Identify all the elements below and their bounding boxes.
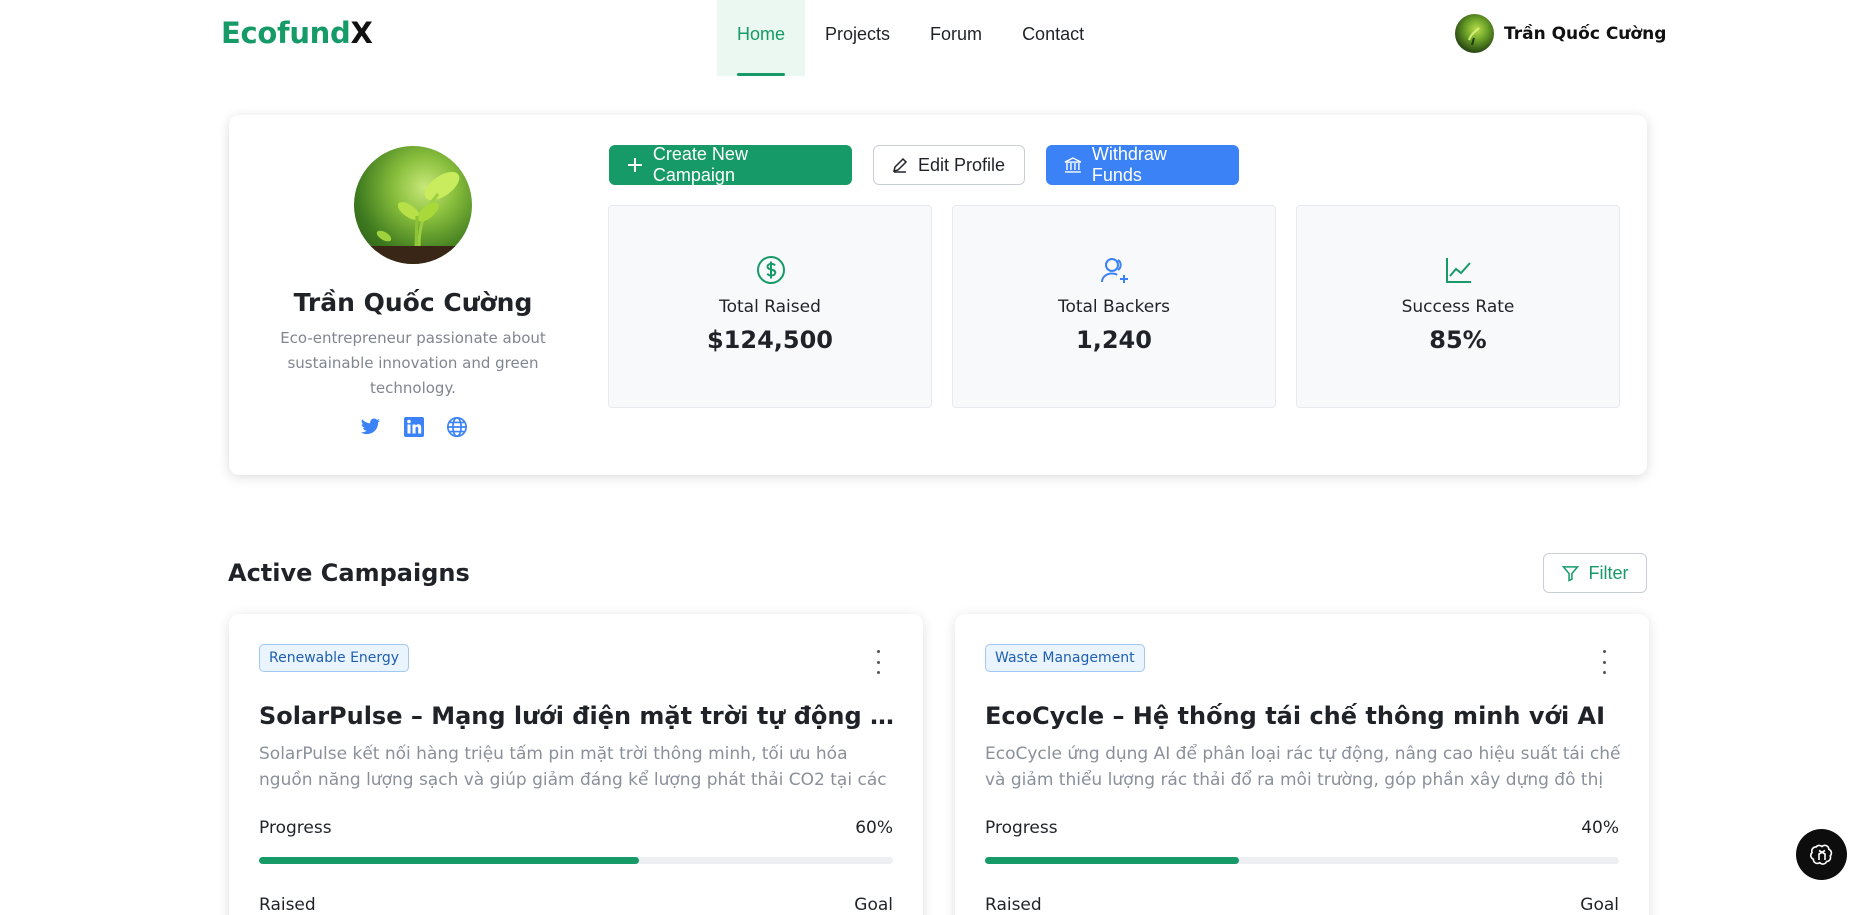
category-badge: Waste Management (985, 644, 1145, 672)
category-badge: Renewable Energy (259, 644, 410, 672)
campaign-card[interactable]: Renewable Energy SolarPulse – Mạng lưới … (229, 614, 923, 915)
progress-fill (985, 857, 1239, 864)
campaign-card[interactable]: Waste Management EcoCycle – Hệ thống tái… (955, 614, 1649, 915)
withdraw-funds-label: Withdraw Funds (1091, 144, 1167, 185)
nav-contact[interactable]: Contact (1002, 0, 1104, 76)
create-campaign-button[interactable]: Create New Campaign (609, 144, 852, 185)
profile-bio: Eco-entrepreneur passionate about sustai… (280, 329, 546, 397)
withdraw-funds-button[interactable]: Withdraw Funds (1046, 144, 1239, 185)
stat-label: Total Backers (1057, 297, 1171, 317)
filter-button[interactable]: Filter (1543, 553, 1647, 593)
nav-projects[interactable]: Projects (805, 0, 910, 76)
progress-bar (985, 857, 1619, 864)
user-name: Trần Quốc Cường (1504, 23, 1667, 44)
chat-assistant-button[interactable] (1796, 829, 1847, 880)
pencil-icon (892, 157, 908, 173)
more-options-icon[interactable] (873, 650, 883, 674)
stat-value: 1,240 (1076, 326, 1152, 354)
user-menu[interactable]: Trần Quốc Cường (1455, 14, 1666, 53)
raised-label: Raised (985, 895, 1042, 915)
campaign-description: EcoCycle ứng dụng AI để phân loại rác tự… (985, 744, 1621, 790)
progress-fill (259, 857, 640, 864)
progress-bar (259, 857, 893, 864)
active-campaigns-title: Active Campaigns (228, 559, 470, 587)
main-nav: Home Projects Forum Contact (717, 0, 1104, 76)
progress-label: Progress (259, 818, 332, 838)
linkedin-icon[interactable] (402, 415, 425, 438)
twitter-icon[interactable] (359, 415, 382, 438)
filter-label: Filter (1588, 562, 1629, 583)
goal-label: Goal (854, 895, 893, 915)
create-campaign-label: Create New Campaign (652, 144, 748, 185)
edit-profile-label: Edit Profile (918, 154, 1006, 175)
stat-label: Success Rate (1401, 297, 1515, 317)
nav-home[interactable]: Home (717, 0, 806, 76)
stat-total-backers: Total Backers 1,240 (952, 205, 1276, 408)
edit-profile-button[interactable]: Edit Profile (873, 145, 1025, 185)
progress-percent: 40% (1581, 818, 1619, 838)
dollar-icon (756, 255, 786, 285)
profile-name: Trần Quốc Cường (293, 288, 533, 317)
goal-label: Goal (1580, 895, 1619, 915)
more-options-icon[interactable] (1599, 650, 1609, 674)
users-icon (1100, 255, 1130, 285)
chat-assistant-icon (1809, 844, 1832, 865)
campaign-description: SolarPulse kết nối hàng triệu tấm pin mặ… (259, 744, 887, 790)
profile-card: Trần Quốc Cường Eco-entrepreneur passion… (229, 115, 1647, 475)
campaign-title[interactable]: SolarPulse – Mạng lưới điện mặt trời tự … (259, 702, 899, 730)
bank-icon (1064, 157, 1082, 173)
stats-row: Total Raised $124,500 Total Backers 1,24… (608, 205, 1620, 408)
nav-forum[interactable]: Forum (910, 0, 1002, 76)
raised-label: Raised (259, 895, 316, 915)
brand-logo[interactable]: EcofundX (221, 16, 373, 50)
filter-icon (1561, 565, 1579, 582)
profile-avatar (354, 146, 472, 264)
logo-text-accent: X (350, 16, 373, 50)
plus-icon (627, 158, 642, 172)
stat-value: $124,500 (706, 326, 833, 354)
user-avatar[interactable] (1455, 14, 1494, 53)
stat-total-raised: Total Raised $124,500 (608, 205, 932, 408)
progress-percent: 60% (855, 818, 893, 838)
logo-text-primary: Ecofund (221, 16, 351, 50)
stat-value: 85% (1429, 326, 1487, 354)
profile-actions: Create New Campaign Edit Profile Withdra… (609, 144, 1239, 185)
globe-icon[interactable] (445, 415, 468, 438)
social-links (359, 415, 468, 438)
stat-label: Total Raised (719, 297, 821, 317)
chart-line-icon (1444, 255, 1474, 285)
progress-label: Progress (985, 818, 1058, 838)
stat-success-rate: Success Rate 85% (1296, 205, 1620, 408)
campaign-title[interactable]: EcoCycle – Hệ thống tái chế thông minh v… (985, 702, 1625, 730)
top-navbar: EcofundX Home Projects Forum Contact Trầ… (0, 0, 1875, 76)
